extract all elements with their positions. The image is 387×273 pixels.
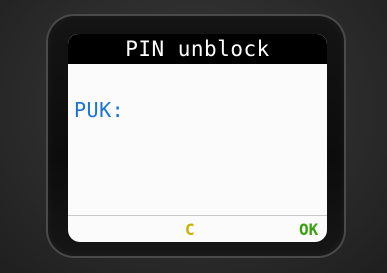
clear-softkey[interactable]: C [185,220,195,240]
puk-field-label: PUK: [74,98,125,122]
ok-softkey[interactable]: OK [299,220,318,240]
lcd-screen: PIN unblock PUK: C OK [68,34,327,242]
screen-title: PIN unblock [68,34,327,64]
device-body: PIN unblock PUK: C OK [0,0,387,273]
softkey-divider [68,215,327,216]
